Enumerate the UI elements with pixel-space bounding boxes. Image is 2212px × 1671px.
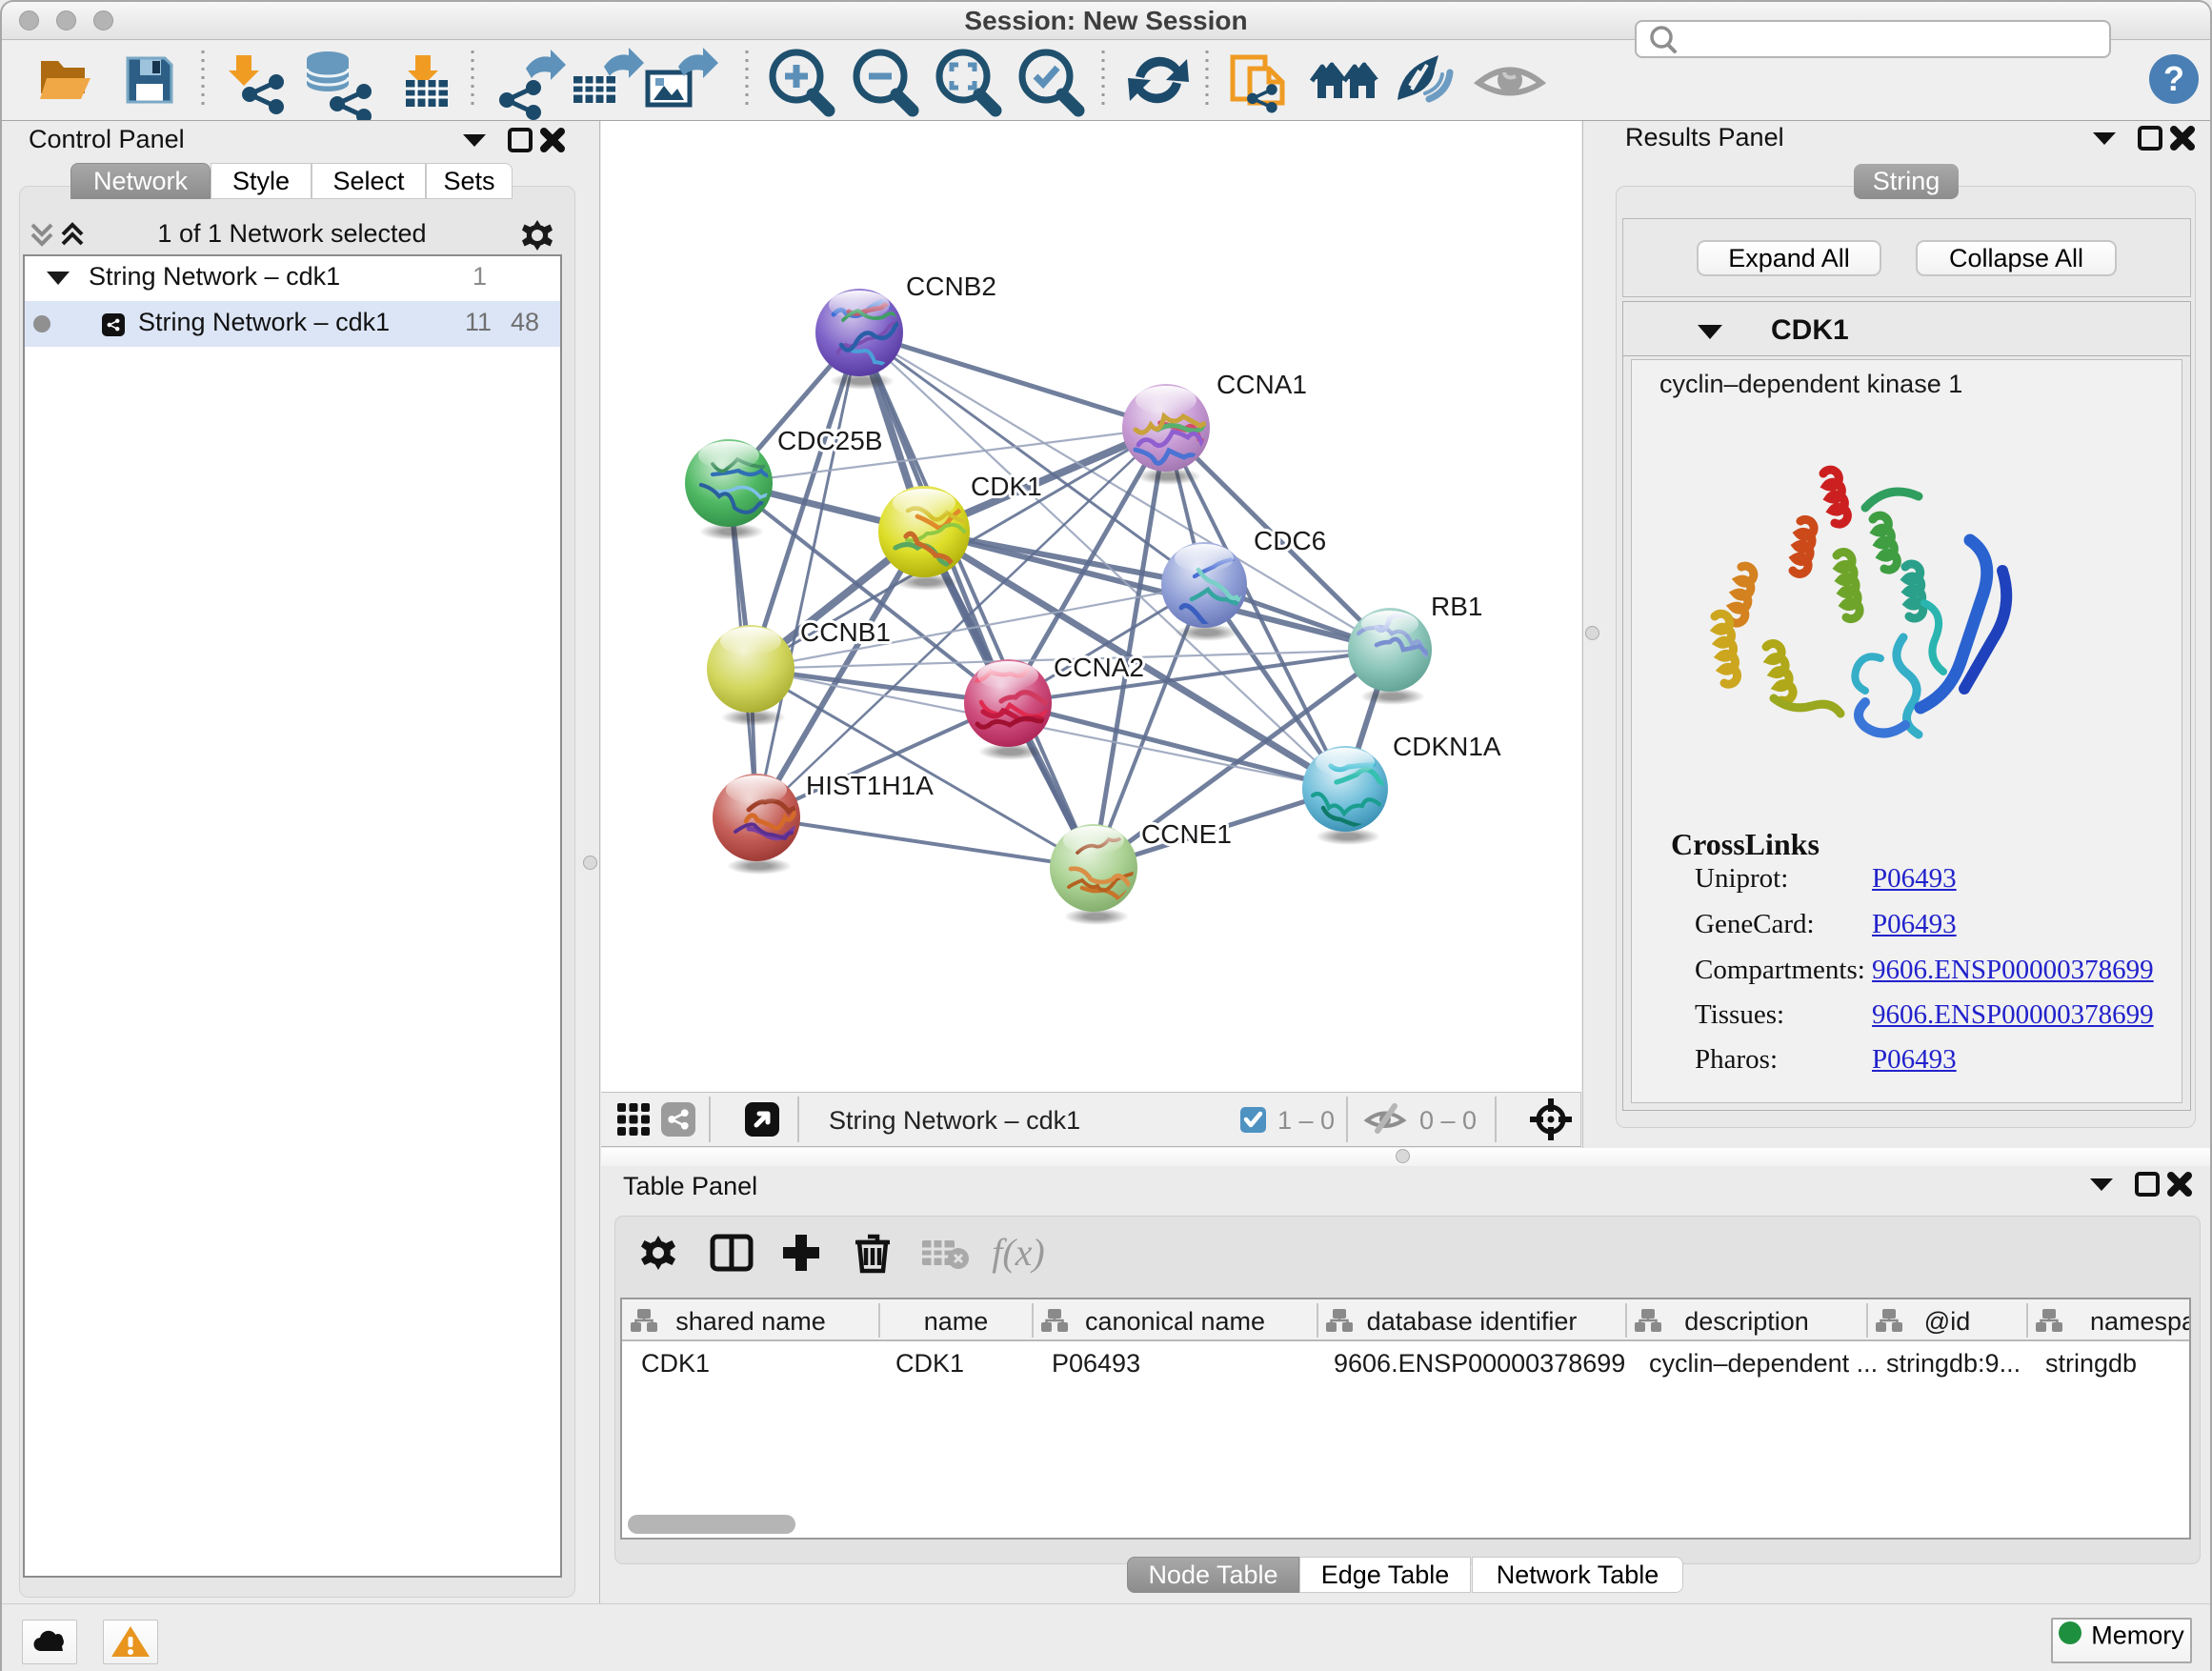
svg-text:HIST1H1A: HIST1H1A bbox=[806, 771, 934, 800]
svg-text:1 – 0: 1 – 0 bbox=[1277, 1106, 1335, 1135]
svg-text:String Network – cdk1: String Network – cdk1 bbox=[829, 1106, 1080, 1135]
svg-text:CDK1: CDK1 bbox=[971, 472, 1042, 501]
svg-text:CCNB1: CCNB1 bbox=[800, 617, 891, 647]
svg-text:CDC25B: CDC25B bbox=[777, 426, 882, 455]
svg-text:f(x): f(x) bbox=[992, 1231, 1045, 1274]
svg-text:CDKN1A: CDKN1A bbox=[1393, 732, 1501, 761]
svg-text:CCNA1: CCNA1 bbox=[1217, 370, 1307, 399]
svg-text:CCNA2: CCNA2 bbox=[1054, 653, 1144, 682]
svg-text:CCNE1: CCNE1 bbox=[1141, 819, 1232, 849]
svg-text:0 – 0: 0 – 0 bbox=[1419, 1106, 1477, 1135]
svg-text:RB1: RB1 bbox=[1431, 592, 1482, 621]
svg-text:CDC6: CDC6 bbox=[1254, 526, 1326, 555]
svg-text:CCNB2: CCNB2 bbox=[906, 272, 996, 301]
